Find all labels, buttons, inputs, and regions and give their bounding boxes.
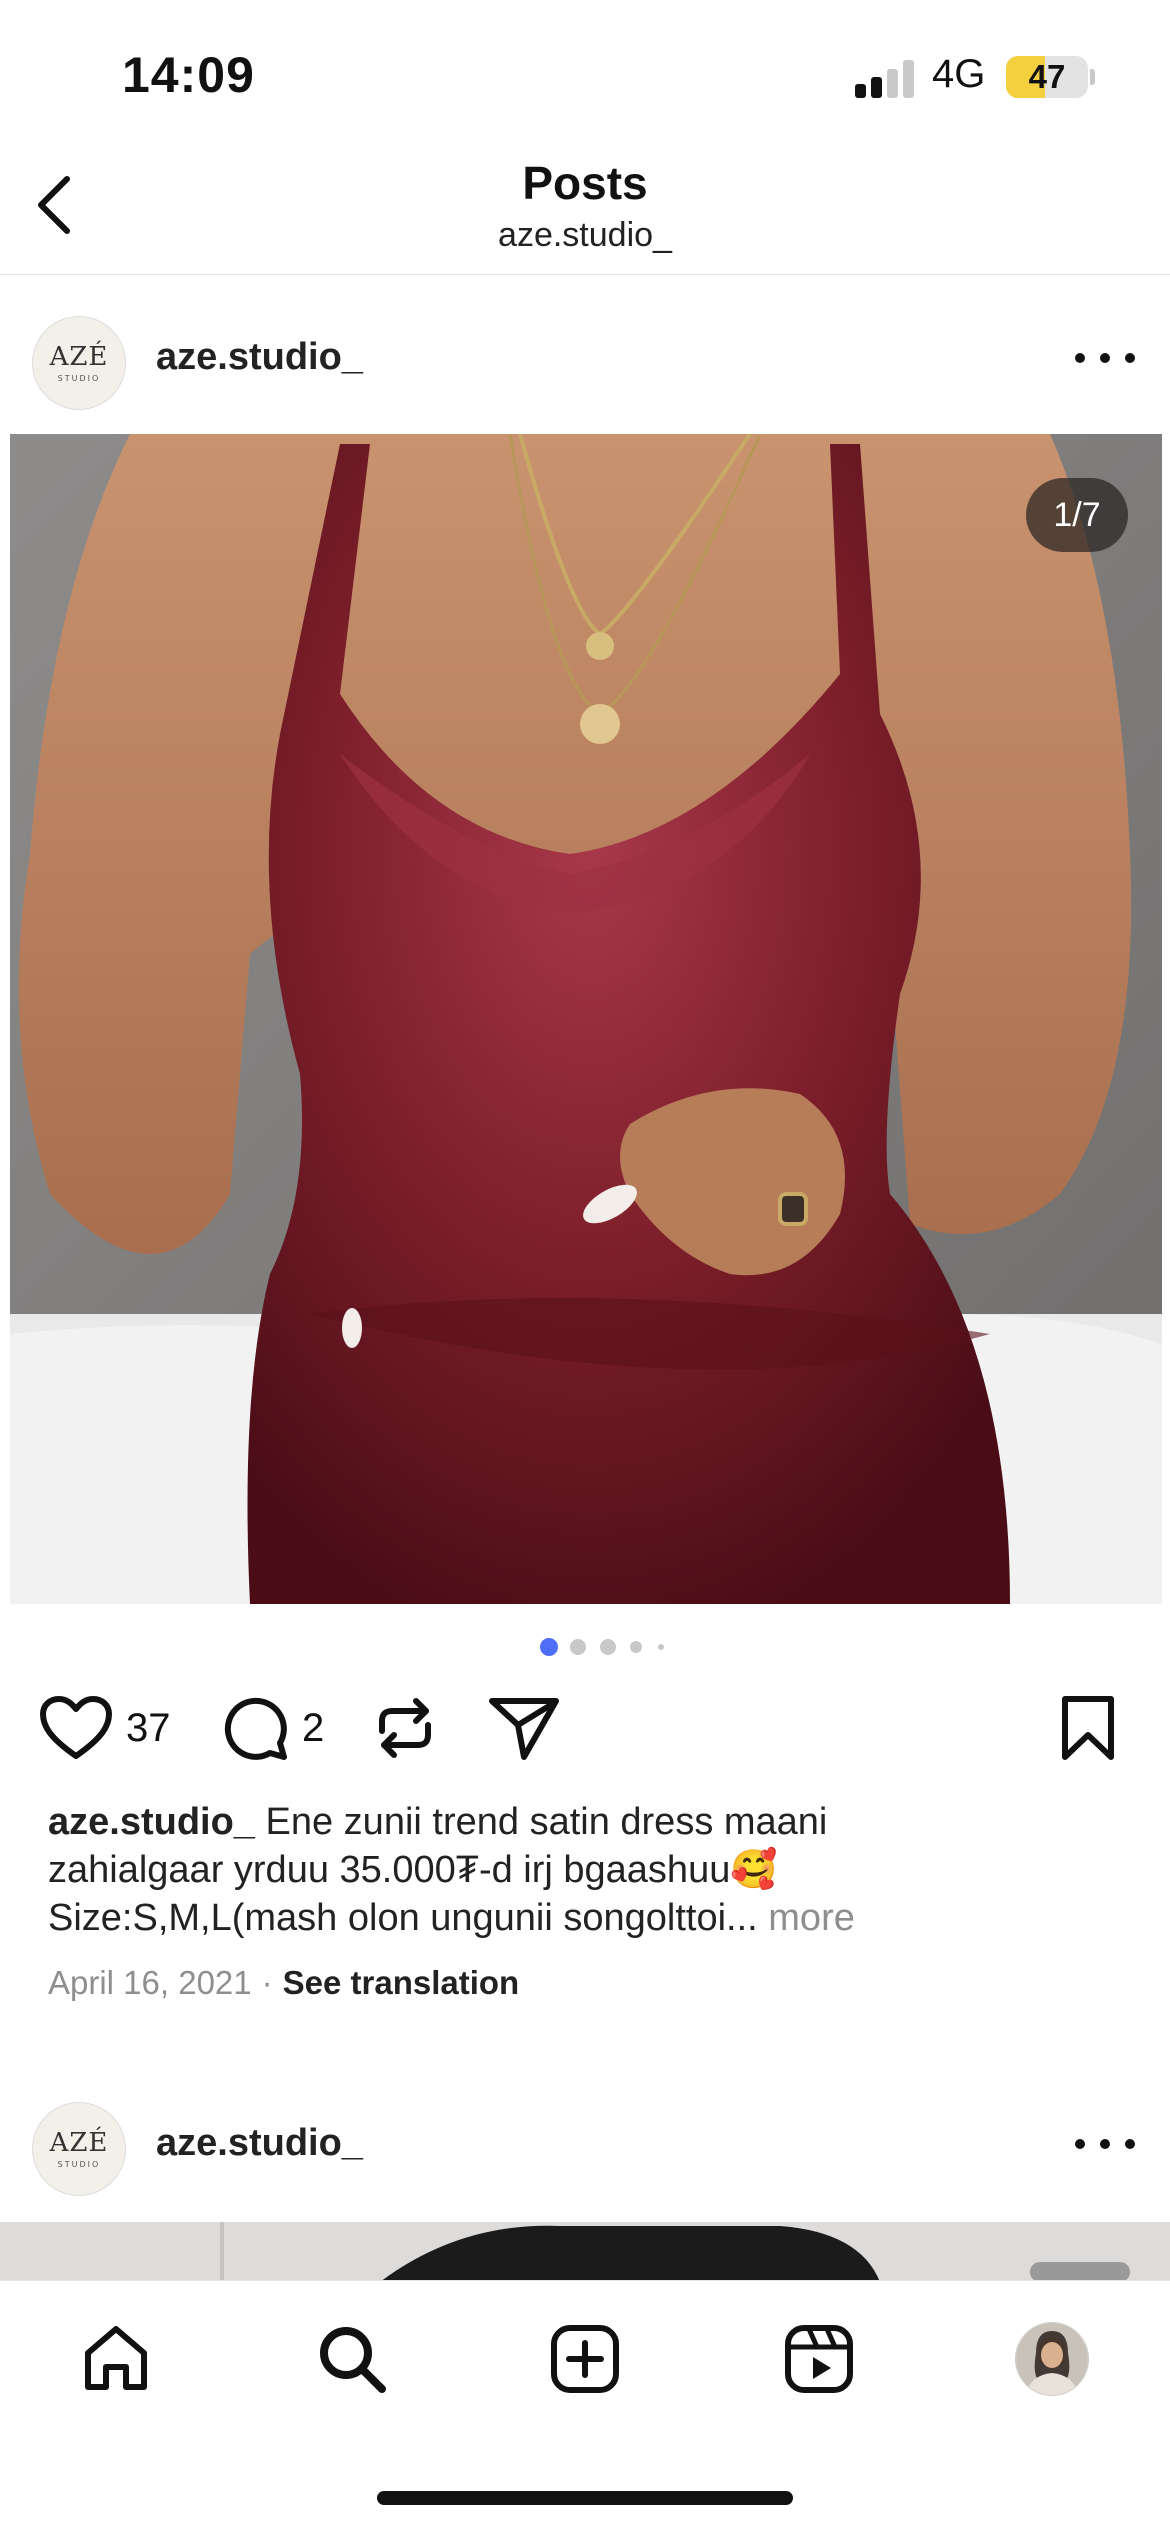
- more-dot-icon: [1100, 2139, 1110, 2149]
- media-counter: 1/7: [1026, 478, 1128, 552]
- post-photo[interactable]: [0, 2222, 1170, 2282]
- home-icon: [85, 2326, 147, 2390]
- more-options-button[interactable]: [1075, 338, 1135, 378]
- caption-line: zahialgaar yrduu 35.000₮-d irj bgaashuu🥰: [48, 1846, 1138, 1894]
- comment-button[interactable]: 2: [222, 1690, 324, 1766]
- avatar[interactable]: AZÉ STUDIO: [32, 316, 126, 410]
- status-time: 14:09: [122, 47, 255, 103]
- likes-count[interactable]: 37: [126, 1706, 171, 1751]
- send-icon: [489, 1698, 559, 1760]
- save-button[interactable]: [1060, 1690, 1116, 1766]
- avatar-logo-text: AZÉ: [49, 2127, 109, 2158]
- post-photo[interactable]: [10, 434, 1162, 1604]
- dot-active: [540, 1638, 558, 1656]
- tab-profile[interactable]: [1012, 2319, 1092, 2399]
- heart-icon: [40, 1696, 112, 1759]
- caption-line: aze.studio_ Ene zunii trend satin dress …: [48, 1798, 1138, 1846]
- caption-line: Size:S,M,L(mash olon ungunii songolttoi.…: [48, 1894, 1138, 1942]
- caption-text: Ene zunii trend satin dress maani: [265, 1801, 828, 1843]
- reels-icon: [785, 2325, 853, 2393]
- tab-reels[interactable]: [779, 2319, 859, 2399]
- comments-count[interactable]: 2: [302, 1706, 324, 1751]
- avatar[interactable]: AZÉ STUDIO: [32, 2102, 126, 2196]
- tab-search[interactable]: [312, 2319, 392, 2399]
- post-meta: April 16, 2021 · See translation: [48, 1964, 519, 2002]
- post-caption: aze.studio_ Ene zunii trend satin dress …: [48, 1798, 1138, 1942]
- battery-tip: [1090, 69, 1095, 85]
- search-icon: [320, 2327, 386, 2393]
- avatar-logo-text: AZÉ: [49, 341, 109, 372]
- more-options-button[interactable]: [1075, 2124, 1135, 2164]
- battery-icon: 47: [1006, 56, 1088, 98]
- tab-create[interactable]: [545, 2319, 625, 2399]
- meta-separator: ·: [261, 1964, 273, 2001]
- like-button[interactable]: 37: [40, 1690, 171, 1766]
- create-icon: [551, 2325, 619, 2393]
- comment-icon: [224, 1697, 287, 1760]
- more-dot-icon: [1125, 353, 1135, 363]
- status-bar: 14:09 4G 47: [0, 0, 1170, 150]
- avatar-logo-subtext: STUDIO: [57, 373, 101, 383]
- dot: [658, 1644, 664, 1650]
- post-username[interactable]: aze.studio_: [156, 2122, 363, 2165]
- carousel-dots: [540, 1638, 690, 1658]
- dot: [570, 1639, 586, 1655]
- dot: [600, 1639, 616, 1655]
- more-dot-icon: [1100, 353, 1110, 363]
- post-actions: 37 2: [0, 1690, 1170, 1770]
- post-username[interactable]: aze.studio_: [156, 336, 363, 379]
- bookmark-icon: [1062, 1696, 1114, 1760]
- caption-text: Size:S,M,L(mash olon ungunii songolttoi.…: [48, 1897, 758, 1939]
- nav-header: Posts aze.studio_: [0, 150, 1170, 275]
- profile-avatar: [1015, 2322, 1089, 2396]
- post-header: AZÉ STUDIO aze.studio_: [0, 294, 1170, 414]
- post-photo-image: [0, 2222, 1170, 2282]
- avatar-logo-subtext: STUDIO: [57, 2159, 101, 2169]
- more-dot-icon: [1075, 353, 1085, 363]
- repost-icon: [379, 1698, 431, 1758]
- see-translation-link[interactable]: See translation: [283, 1964, 520, 2001]
- battery-level: 47: [1028, 58, 1066, 95]
- network-type: 4G: [932, 52, 986, 96]
- post-photo-image: [10, 434, 1162, 1604]
- cellular-signal-icon: [855, 58, 915, 98]
- repost-button[interactable]: [374, 1690, 436, 1766]
- more-link[interactable]: more: [768, 1897, 855, 1939]
- page-title: Posts: [522, 157, 648, 209]
- caption-username[interactable]: aze.studio_: [48, 1801, 255, 1843]
- share-button[interactable]: [488, 1690, 560, 1766]
- more-dot-icon: [1075, 2139, 1085, 2149]
- more-dot-icon: [1125, 2139, 1135, 2149]
- tab-home[interactable]: [76, 2319, 156, 2399]
- dot: [630, 1641, 642, 1653]
- caption-text: zahialgaar yrduu 35.000₮-d irj bgaashuu🥰: [48, 1849, 778, 1891]
- home-indicator[interactable]: [377, 2491, 793, 2505]
- post-header: AZÉ STUDIO aze.studio_: [0, 2080, 1170, 2200]
- post-date: April 16, 2021: [48, 1964, 252, 2001]
- page-subtitle[interactable]: aze.studio_: [0, 216, 1170, 255]
